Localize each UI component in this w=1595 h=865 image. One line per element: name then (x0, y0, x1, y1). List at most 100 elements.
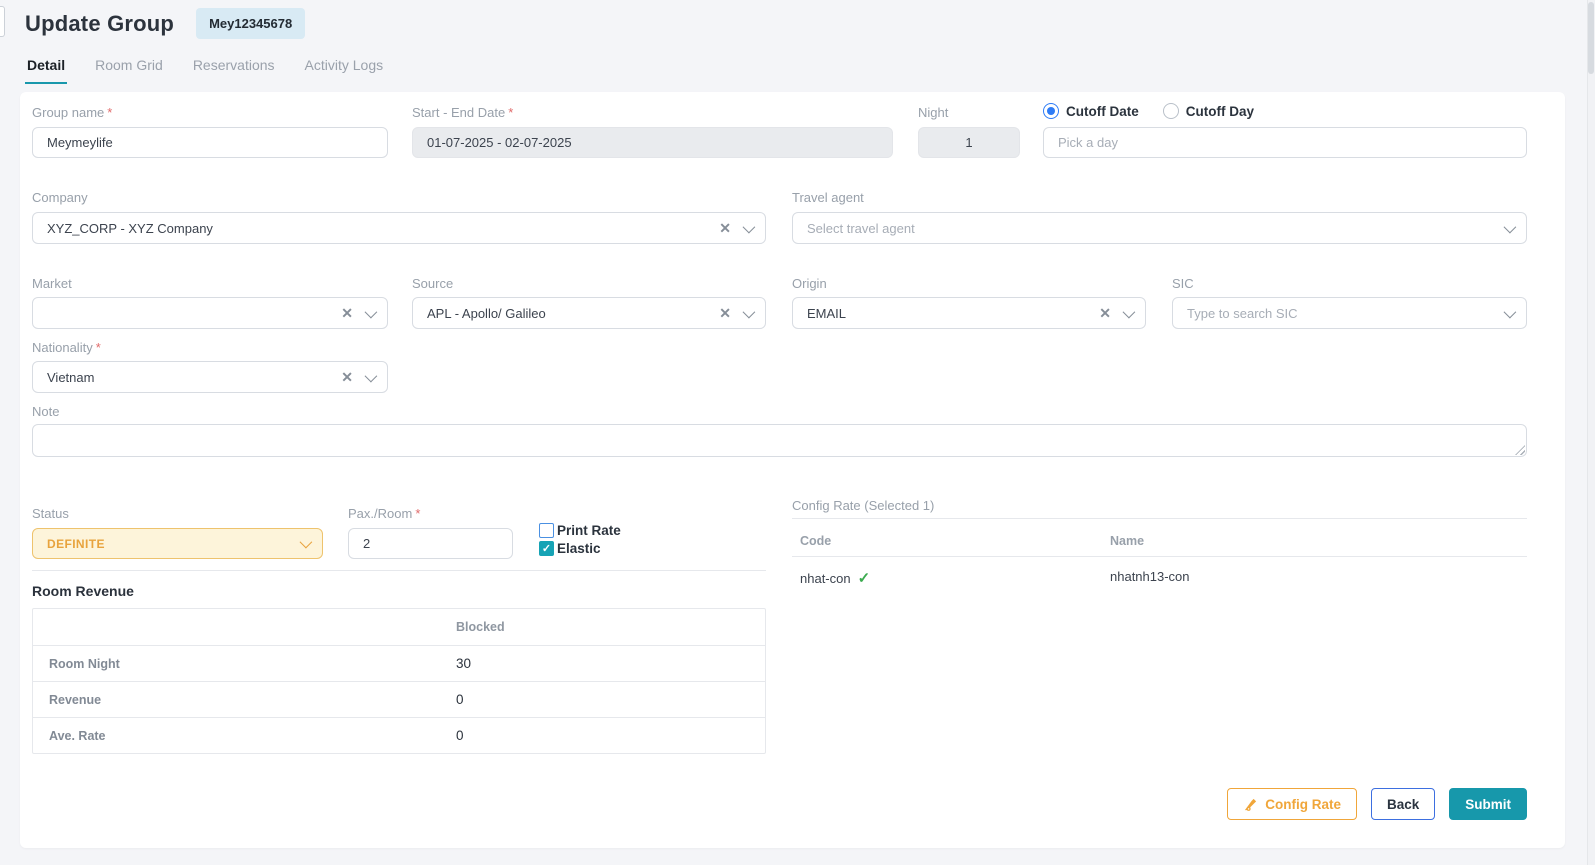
radio-unselected-icon[interactable] (1163, 103, 1179, 119)
nationality-value: Vietnam (47, 370, 341, 385)
room-revenue-header-row: Blocked (33, 609, 765, 645)
chevron-down-icon[interactable] (743, 305, 756, 318)
room-night-label: Room Night (33, 657, 456, 671)
cutoff-day-picker-input[interactable] (1043, 127, 1527, 158)
source-label: Source (412, 276, 453, 291)
scrollbar-thumb[interactable] (1588, 2, 1594, 74)
company-value: XYZ_CORP - XYZ Company (47, 221, 719, 236)
config-rate-code: nhat-con (800, 571, 851, 586)
form-footer: Config Rate Back Submit (1227, 788, 1527, 820)
divider (792, 556, 1527, 557)
config-rate-code-header: Code (800, 534, 831, 548)
chevron-down-icon[interactable] (1504, 220, 1517, 233)
divider (32, 570, 766, 571)
room-revenue-table: Blocked Room Night 30 Revenue 0 Ave. Rat… (32, 608, 766, 754)
travel-agent-placeholder: Select travel agent (807, 221, 1504, 236)
night-label: Night (918, 105, 948, 120)
chevron-down-icon[interactable] (743, 220, 756, 233)
radio-selected-icon[interactable] (1043, 103, 1059, 119)
print-rate-label: Print Rate (557, 523, 621, 538)
chevron-down-icon[interactable] (300, 536, 313, 549)
pax-room-input[interactable] (348, 528, 513, 559)
vertical-scrollbar[interactable] (1587, 0, 1595, 865)
sic-placeholder: Type to search SIC (1187, 306, 1504, 321)
pen-gear-icon (1243, 797, 1258, 812)
date-range-label: Start - End Date* (412, 105, 513, 120)
config-rate-row[interactable]: nhat-con (800, 569, 870, 587)
tab-detail[interactable]: Detail (25, 53, 67, 84)
travel-agent-select[interactable]: Select travel agent (792, 212, 1527, 244)
back-button-label: Back (1387, 797, 1419, 812)
cutoff-date-radio-label: Cutoff Date (1066, 104, 1139, 119)
origin-label: Origin (792, 276, 827, 291)
checkbox-checked-icon[interactable] (539, 541, 554, 556)
back-button[interactable]: Back (1371, 788, 1435, 820)
note-input[interactable] (32, 424, 1527, 457)
tab-activity-logs[interactable]: Activity Logs (303, 53, 386, 84)
market-label: Market (32, 276, 72, 291)
config-rate-section-title: Config Rate (Selected 1) (792, 498, 934, 513)
clear-icon[interactable] (1099, 306, 1111, 320)
rate-checkbox-group: Print Rate Elastic (539, 523, 621, 556)
cutoff-radio-group: Cutoff Date Cutoff Day (1043, 103, 1254, 119)
clear-icon[interactable] (719, 306, 731, 320)
clear-icon[interactable] (341, 306, 353, 320)
cutoff-date-radio[interactable]: Cutoff Date (1043, 103, 1139, 119)
origin-select[interactable]: EMAIL (792, 297, 1146, 329)
company-label: Company (32, 190, 88, 205)
detail-form-card: Group name* Start - End Date* Night Cuto… (20, 92, 1565, 848)
ave-rate-blocked-value: 0 (456, 728, 464, 743)
source-value: APL - Apollo/ Galileo (427, 306, 719, 321)
clear-icon[interactable] (341, 370, 353, 384)
group-name-label: Group name* (32, 105, 112, 120)
elastic-checkbox[interactable]: Elastic (539, 541, 621, 556)
config-rate-name: nhatnh13-con (1110, 569, 1190, 584)
note-field (32, 424, 1527, 457)
revenue-blocked-value: 0 (456, 692, 464, 707)
chevron-down-icon[interactable] (365, 305, 378, 318)
required-marker: * (508, 105, 513, 120)
market-select[interactable] (32, 297, 388, 329)
night-input[interactable] (918, 127, 1020, 158)
clear-icon[interactable] (719, 221, 731, 235)
table-row: Room Night 30 (33, 645, 765, 681)
travel-agent-label: Travel agent (792, 190, 864, 205)
cutoff-day-radio[interactable]: Cutoff Day (1163, 103, 1254, 119)
chevron-down-icon[interactable] (1504, 305, 1517, 318)
source-select[interactable]: APL - Apollo/ Galileo (412, 297, 766, 329)
submit-button-label: Submit (1465, 797, 1511, 812)
config-rate-button[interactable]: Config Rate (1227, 788, 1357, 820)
room-night-blocked-value: 30 (456, 656, 471, 671)
note-label: Note (32, 404, 59, 419)
sic-select[interactable]: Type to search SIC (1172, 297, 1527, 329)
required-marker: * (107, 105, 112, 120)
group-name-input[interactable] (32, 127, 388, 158)
status-select[interactable]: DEFINITE (32, 528, 323, 559)
sic-label: SIC (1172, 276, 1194, 291)
config-rate-button-label: Config Rate (1265, 797, 1341, 812)
tab-reservations[interactable]: Reservations (191, 53, 277, 84)
blocked-column-header: Blocked (456, 620, 505, 634)
nationality-label: Nationality* (32, 340, 101, 355)
date-range-input[interactable] (412, 127, 893, 158)
origin-value: EMAIL (807, 306, 1099, 321)
required-marker: * (415, 506, 420, 521)
cutoff-day-radio-label: Cutoff Day (1186, 104, 1254, 119)
chevron-down-icon[interactable] (365, 369, 378, 382)
print-rate-checkbox[interactable]: Print Rate (539, 523, 621, 538)
tab-bar: Detail Room Grid Reservations Activity L… (25, 53, 385, 84)
divider (792, 518, 1527, 519)
config-rate-name-header: Name (1110, 534, 1144, 548)
chevron-down-icon[interactable] (1123, 305, 1136, 318)
status-value: DEFINITE (47, 537, 300, 551)
checkbox-unchecked-icon[interactable] (539, 523, 554, 538)
group-code-badge: Mey12345678 (196, 8, 305, 39)
revenue-label: Revenue (33, 693, 456, 707)
tab-room-grid[interactable]: Room Grid (93, 53, 165, 84)
pax-room-label: Pax./Room* (348, 506, 420, 521)
selected-check-icon (858, 569, 871, 587)
nationality-select[interactable]: Vietnam (32, 361, 388, 393)
submit-button[interactable]: Submit (1449, 788, 1527, 820)
clipped-panel-edge (0, 6, 5, 37)
company-select[interactable]: XYZ_CORP - XYZ Company (32, 212, 766, 244)
